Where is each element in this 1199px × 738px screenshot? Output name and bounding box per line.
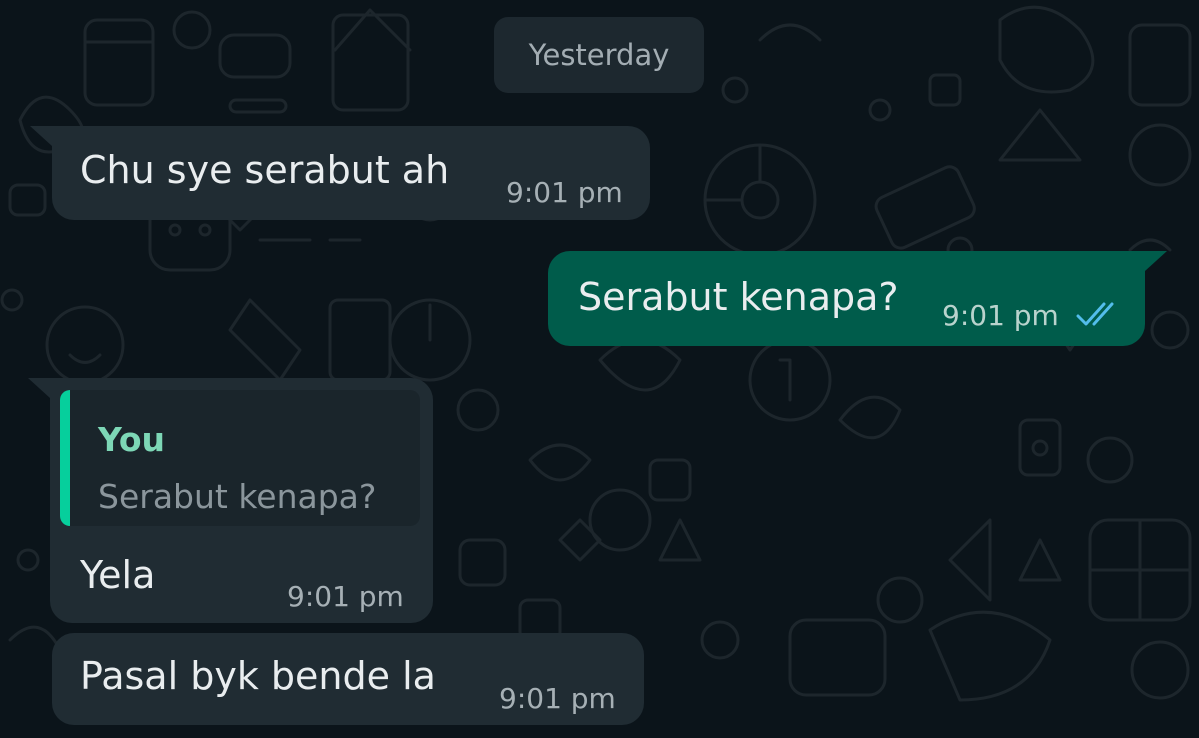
message-text: Chu sye serabut ah <box>80 148 450 192</box>
bubble-tail <box>1145 251 1167 271</box>
quoted-text: Serabut kenapa? <box>98 477 377 516</box>
doodle-wallpaper <box>0 5 1192 702</box>
bubble-tail <box>28 378 50 398</box>
chat-screen: Yesterday Chu sye serabut ah 9:01 pm Ser… <box>0 0 1199 738</box>
double-check-icon <box>1076 302 1114 326</box>
message-text: Yela <box>80 553 156 597</box>
message-time: 9:01 pm <box>499 682 616 715</box>
message-time: 9:01 pm <box>506 176 623 209</box>
message-bubble-incoming[interactable]: Chu sye serabut ah 9:01 pm <box>30 126 650 220</box>
date-separator: Yesterday <box>494 17 704 93</box>
message-bubble-incoming-reply[interactable]: You Serabut kenapa? Yela 9:01 pm <box>28 378 433 623</box>
bubble-tail <box>30 126 52 146</box>
message-bubble-outgoing[interactable]: Serabut kenapa? 9:01 pm <box>548 251 1167 346</box>
quoted-author: You <box>98 420 166 459</box>
message-text: Pasal byk bende la <box>80 654 436 698</box>
message-time: 9:01 pm <box>942 299 1059 332</box>
message-bubble-incoming[interactable]: Pasal byk bende la 9:01 pm <box>52 633 644 725</box>
quote-accent-bar <box>60 390 70 526</box>
message-text: Serabut kenapa? <box>578 275 899 319</box>
quoted-message[interactable]: You Serabut kenapa? <box>60 390 420 526</box>
message-time: 9:01 pm <box>287 580 404 613</box>
